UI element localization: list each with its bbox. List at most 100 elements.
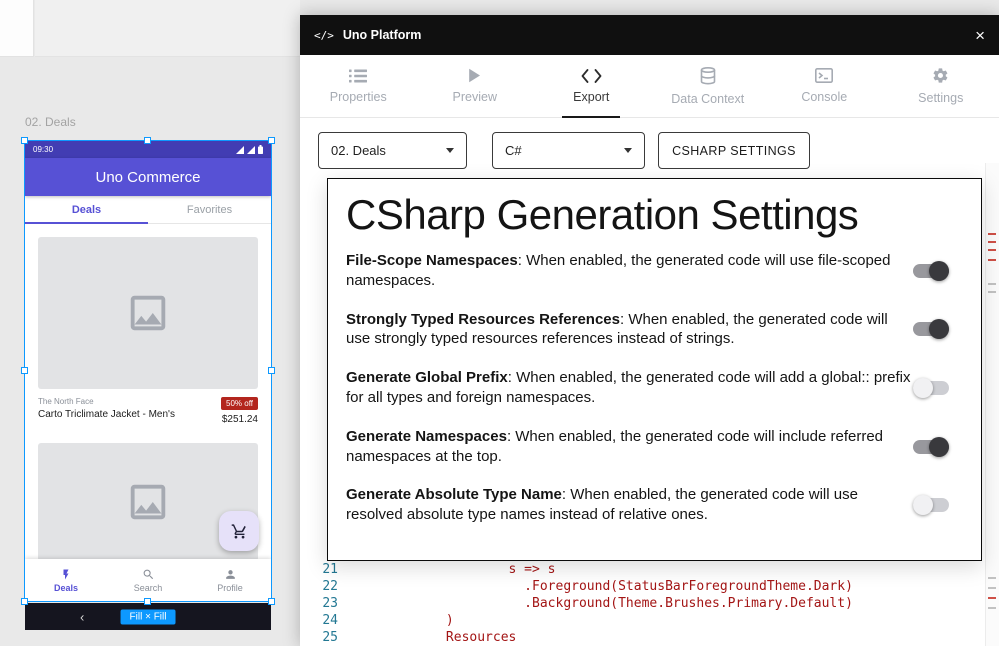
bolt-icon — [60, 568, 72, 581]
phone-tab-bar: Deals Favorites — [25, 196, 271, 224]
phone-bottom-nav: Deals Search Profile — [25, 559, 271, 601]
nav-deals[interactable]: Deals — [25, 559, 107, 601]
selection-handle[interactable] — [144, 137, 151, 144]
code-text: .Background(Theme.Brushes.Primary.Defaul… — [352, 595, 853, 612]
status-time: 09:30 — [33, 145, 53, 154]
setting-name: Generate Global Prefix — [346, 369, 508, 386]
selection-handle[interactable] — [21, 367, 28, 374]
setting-text: Strongly Typed Resources References: Whe… — [346, 310, 913, 350]
chevron-down-icon — [624, 148, 632, 153]
canvas-corner-panel — [0, 0, 34, 57]
tab-settings[interactable]: Settings — [883, 55, 999, 117]
setting-row: Generate Global Prefix: When enabled, th… — [346, 368, 963, 408]
minimap-mark — [988, 291, 996, 293]
selection-handle[interactable] — [21, 137, 28, 144]
phone-app-bar: Uno Commerce — [25, 158, 271, 196]
close-button[interactable]: × — [975, 27, 985, 44]
canvas-top-band — [35, 0, 300, 57]
tab-export-label: Export — [573, 90, 609, 104]
nav-search[interactable]: Search — [107, 559, 189, 601]
line-number: 25 — [300, 629, 352, 646]
line-number: 24 — [300, 612, 352, 629]
tab-preview-label: Preview — [453, 90, 497, 104]
minimap-mark — [988, 241, 996, 243]
product-brand: The North Face — [38, 397, 175, 406]
setting-text: Generate Absolute Type Name: When enable… — [346, 485, 913, 525]
gear-icon — [932, 67, 949, 84]
tab-properties-label: Properties — [330, 90, 387, 104]
selection-handle[interactable] — [21, 598, 28, 605]
tab-data-context-label: Data Context — [671, 92, 744, 106]
setting-name: Generate Absolute Type Name — [346, 486, 562, 503]
image-icon — [125, 290, 171, 336]
search-icon — [142, 568, 155, 581]
nav-profile-label: Profile — [217, 583, 243, 593]
discount-badge: 50% off — [221, 397, 258, 410]
screenshot-root: 02. Deals 09:30 Uno Commerce Deals Favor… — [0, 0, 999, 646]
code-line: 21 s => s — [300, 561, 985, 578]
tab-preview[interactable]: Preview — [417, 55, 534, 117]
code-line: 22 .Foreground(StatusBarForegroundTheme.… — [300, 578, 985, 595]
cart-fab[interactable] — [219, 511, 259, 551]
selection-handle[interactable] — [268, 137, 275, 144]
tab-console[interactable]: Console — [766, 55, 883, 117]
product-info-row: The North Face Carto Triclimate Jacket -… — [25, 389, 271, 431]
page-select-value: 02. Deals — [331, 143, 386, 158]
phone-frame[interactable]: 09:30 Uno Commerce Deals Favorites The N… — [25, 141, 271, 601]
language-select[interactable]: C# — [492, 132, 645, 169]
controls-row: 02. Deals C# CSHARP SETTINGS — [318, 132, 810, 169]
page-select[interactable]: 02. Deals — [318, 132, 467, 169]
nav-deals-label: Deals — [54, 583, 78, 593]
code-text: ) — [352, 612, 454, 629]
csharp-settings-button[interactable]: CSHARP SETTINGS — [658, 132, 810, 169]
code-text: Resources — [352, 629, 516, 646]
code-text: .Foreground(StatusBarForegroundTheme.Dar… — [352, 578, 853, 595]
product-image-placeholder[interactable] — [38, 237, 258, 389]
selection-handle[interactable] — [268, 367, 275, 374]
line-number: 22 — [300, 578, 352, 595]
code-line: 25 Resources — [300, 629, 985, 646]
setting-name: Strongly Typed Resources References — [346, 311, 620, 328]
modal-title: CSharp Generation Settings — [346, 191, 963, 239]
tab-data-context[interactable]: Data Context — [650, 55, 767, 117]
frame-label[interactable]: 02. Deals — [25, 115, 76, 129]
toggle-generate-global-prefix[interactable] — [913, 381, 949, 395]
code-editor[interactable]: 21 s => s 22 .Foreground(StatusBarForegr… — [300, 561, 985, 646]
tab-favorites-label: Favorites — [187, 204, 232, 216]
selection-handle[interactable] — [268, 598, 275, 605]
tab-deals-label: Deals — [72, 204, 101, 216]
nav-profile[interactable]: Profile — [189, 559, 271, 601]
setting-name: Generate Namespaces — [346, 428, 507, 445]
toggle-strongly-typed-resources[interactable] — [913, 322, 949, 336]
minimap-mark — [988, 259, 996, 261]
minimap-scrollbar[interactable] — [985, 163, 999, 646]
panel-header: </> Uno Platform × — [300, 15, 999, 55]
selection-handle[interactable] — [144, 598, 151, 605]
tab-favorites[interactable]: Favorites — [148, 196, 271, 223]
code-brackets-icon — [581, 69, 602, 83]
database-icon — [700, 67, 716, 85]
tab-properties[interactable]: Properties — [300, 55, 417, 117]
toggle-generate-absolute-type-name[interactable] — [913, 498, 949, 512]
csharp-settings-modal: CSharp Generation Settings File-Scope Na… — [327, 178, 982, 561]
toggle-thumb — [929, 261, 949, 281]
tab-console-label: Console — [801, 90, 847, 104]
tab-deals[interactable]: Deals — [25, 196, 148, 223]
play-icon — [468, 68, 481, 83]
cart-icon — [231, 523, 248, 540]
signal-icon — [236, 146, 244, 154]
fill-badge[interactable]: Fill × Fill — [121, 609, 176, 624]
profile-icon — [224, 568, 237, 581]
minimap-mark — [988, 283, 996, 285]
tab-export[interactable]: Export — [533, 55, 650, 117]
line-number: 23 — [300, 595, 352, 612]
toggle-file-scope-namespaces[interactable] — [913, 264, 949, 278]
panel-title: Uno Platform — [343, 28, 421, 42]
nav-search-label: Search — [134, 583, 163, 593]
toggle-thumb — [913, 378, 933, 398]
line-number: 21 — [300, 561, 352, 578]
terminal-icon — [815, 68, 833, 83]
collapse-chevron-icon[interactable]: ‹ — [80, 609, 84, 624]
toggle-generate-namespaces[interactable] — [913, 440, 949, 454]
setting-row: Generate Namespaces: When enabled, the g… — [346, 427, 963, 467]
